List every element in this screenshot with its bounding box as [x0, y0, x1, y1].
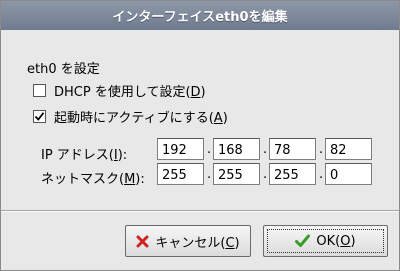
activate-on-boot-option[interactable]: 起動時にアクティブにする(A)	[33, 107, 228, 126]
ip-octet-1[interactable]	[157, 138, 204, 160]
ok-button-label: OK(O)	[316, 233, 356, 249]
activate-on-boot-label: 起動時にアクティブにする(A)	[54, 110, 228, 126]
activate-on-boot-checkbox[interactable]	[33, 109, 46, 123]
ip-octet-4[interactable]	[325, 138, 372, 160]
dhcp-label: DHCP を使用して設定(D)	[54, 84, 206, 100]
ok-check-icon	[295, 234, 311, 248]
ip-dot: .	[207, 142, 212, 157]
netmask-label: ネットマスク(M):	[41, 172, 145, 187]
netmask-dot: .	[263, 167, 268, 182]
netmask-octet-4[interactable]	[325, 163, 372, 185]
section-label: eth0 を設定	[27, 62, 100, 77]
dhcp-checkbox[interactable]	[33, 83, 46, 97]
ip-octet-3[interactable]	[269, 138, 316, 160]
ip-address-label: IP アドレス(I):	[41, 148, 128, 163]
netmask-octet-3[interactable]	[269, 163, 316, 185]
cancel-button-label: キャンセル(C)	[155, 235, 240, 251]
netmask-dot: .	[319, 167, 324, 182]
edit-interface-dialog: インターフェイスeth0を編集 eth0 を設定 DHCP を使用して設定(D)…	[0, 0, 400, 271]
ip-dot: .	[319, 142, 324, 157]
title-bar[interactable]: インターフェイスeth0を編集	[1, 1, 399, 30]
ok-button[interactable]: OK(O)	[263, 225, 388, 257]
ip-dot: .	[263, 142, 268, 157]
netmask-octet-1[interactable]	[157, 163, 204, 185]
cancel-button[interactable]: キャンセル(C)	[125, 225, 251, 257]
cancel-x-icon	[136, 235, 149, 248]
dhcp-option[interactable]: DHCP を使用して設定(D)	[33, 81, 206, 100]
netmask-dot: .	[207, 167, 212, 182]
netmask-octet-2[interactable]	[213, 163, 260, 185]
button-separator	[1, 210, 399, 212]
checkmark-icon	[34, 111, 45, 121]
ip-octet-2[interactable]	[213, 138, 260, 160]
dialog-title: インターフェイスeth0を編集	[112, 10, 288, 25]
